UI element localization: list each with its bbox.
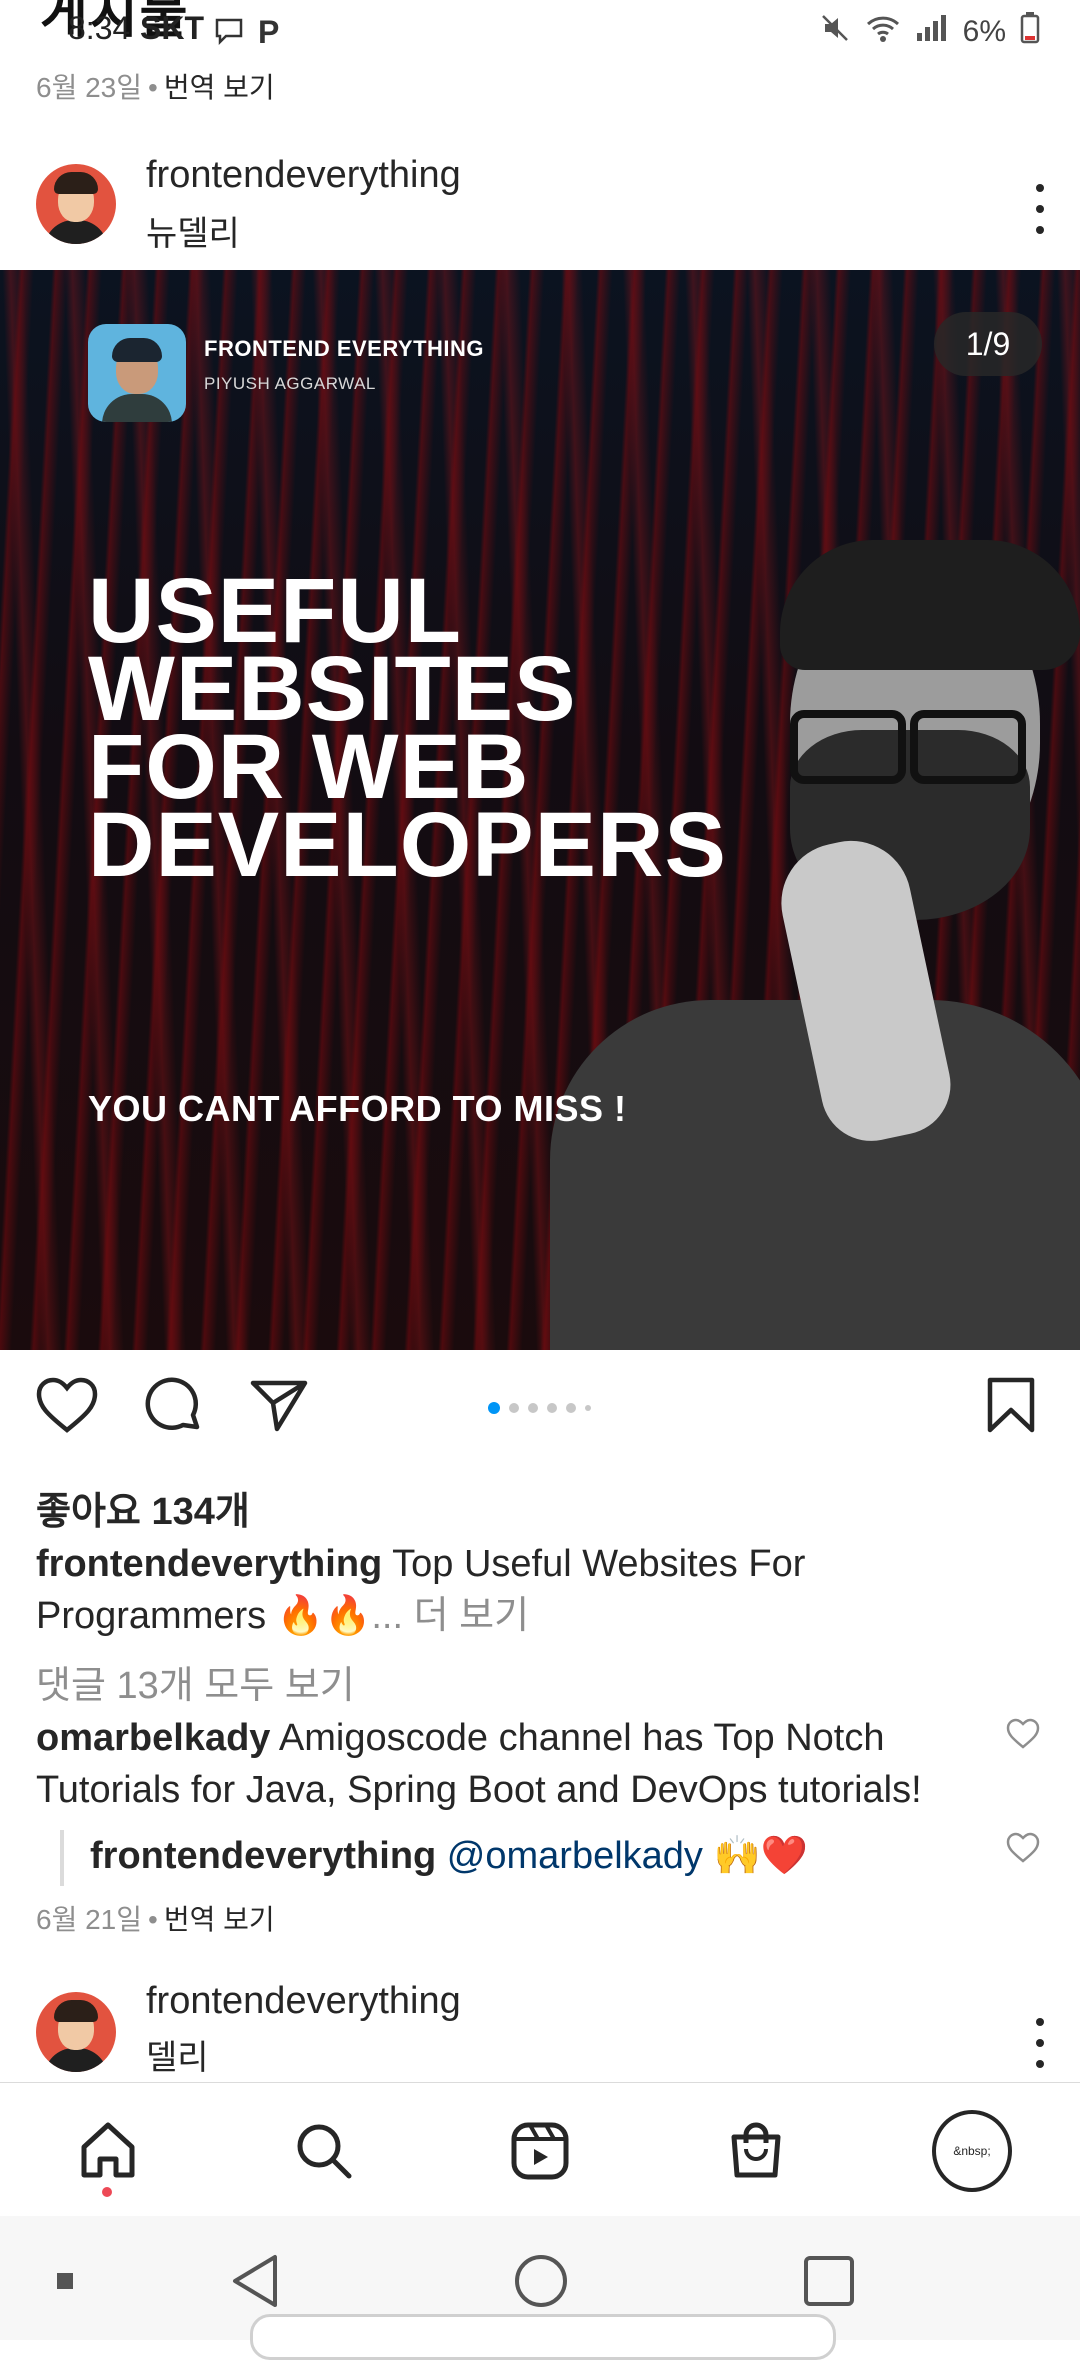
next-post-location[interactable]: 델리 (146, 2030, 209, 2079)
carousel-counter: 1/9 (934, 312, 1042, 376)
previous-post-date: 6월 23일 • 번역 보기 (36, 72, 275, 103)
brand-name: FRONTEND EVERYTHING (204, 336, 485, 361)
translate-link[interactable]: 번역 보기 (164, 72, 275, 103)
next-post-header: frontendeverything 델리 (0, 1970, 1080, 2100)
caption-username[interactable]: frontendeverything (36, 1543, 382, 1585)
profile-avatar: &nbsp; (932, 2110, 1012, 2192)
gesture-handle[interactable] (250, 2314, 836, 2360)
profile-tab[interactable]: &nbsp; (932, 2110, 1012, 2192)
home-notification-dot (102, 2187, 112, 2197)
back-icon[interactable] (220, 2246, 290, 2316)
post-caption: frontendeverything Top Useful Websites F… (36, 1538, 1036, 1642)
post-location[interactable]: 뉴델리 (146, 206, 240, 255)
carousel-dot (566, 1403, 576, 1413)
post-image[interactable]: FRONTEND EVERYTHING PIYUSH AGGARWAL 1/9 … (0, 270, 1080, 1350)
view-all-comments-link[interactable]: 댓글 13개 모두 보기 (36, 1654, 355, 1709)
recents-square-icon[interactable] (794, 2246, 864, 2316)
bookmark-icon[interactable] (976, 1370, 1046, 1440)
play-badge-icon: P (258, 14, 280, 50)
battery-icon (1020, 12, 1040, 52)
status-right: 6% (819, 12, 1040, 52)
status-bar: 게시물 8:34 SKT P 6% (0, 0, 1080, 70)
system-nav-bar (0, 2216, 1080, 2360)
post-username[interactable]: frontendeverything (146, 154, 461, 197)
reply-emoji: 🙌❤️ (702, 1835, 809, 1877)
more-options-icon[interactable] (1030, 2018, 1050, 2068)
carousel-dot (585, 1405, 591, 1411)
comment-like-heart-icon[interactable] (1006, 1718, 1040, 1752)
signal-icon (915, 13, 949, 51)
brand-logo (88, 324, 186, 422)
post-subline: YOU CANT AFFORD TO MISS ! (88, 1088, 627, 1129)
share-send-icon[interactable] (244, 1370, 314, 1440)
reply-username[interactable]: frontendeverything (90, 1835, 436, 1877)
likes-count[interactable]: 좋아요 134개 (36, 1480, 250, 1535)
nav-small-square-icon[interactable] (30, 2246, 100, 2316)
headline-line: DEVELOPERS (88, 794, 727, 896)
carousel-dot (509, 1403, 519, 1413)
comment-icon[interactable] (138, 1370, 208, 1440)
battery-text: 6% (962, 15, 1006, 48)
carousel-dot (528, 1403, 538, 1413)
carousel-dot (547, 1403, 557, 1413)
home-icon[interactable] (68, 2111, 148, 2191)
comment: omarbelkady Amigoscode channel has Top N… (36, 1712, 996, 1816)
carousel-dots (488, 1402, 591, 1414)
comment-username[interactable]: omarbelkady (36, 1717, 270, 1759)
avatar[interactable] (36, 1992, 116, 2072)
next-post-username[interactable]: frontendeverything (146, 1980, 461, 2023)
post-date-text: 6월 21일 (36, 1904, 143, 1935)
message-icon (214, 16, 244, 51)
reels-icon[interactable] (500, 2111, 580, 2191)
status-time: 8:34 (68, 10, 131, 46)
translate-link[interactable]: 번역 보기 (164, 1904, 275, 1935)
reply-comment: frontendeverything @omarbelkady 🙌❤️ (90, 1834, 808, 1878)
post-headline: USEFUL WEBSITES FOR WEB DEVELOPERS (88, 565, 788, 896)
caption-more-link[interactable]: ... 더 보기 (371, 1595, 529, 1637)
avatar[interactable] (36, 164, 116, 244)
post-actions (0, 1370, 1080, 1450)
reply-mention[interactable]: @omarbelkady (436, 1835, 703, 1877)
bottom-nav: &nbsp; (0, 2082, 1080, 2217)
shop-icon[interactable] (716, 2111, 796, 2191)
status-carrier: SKT (140, 10, 204, 46)
wifi-icon (865, 13, 901, 51)
post-date-text: 6월 23일 (36, 72, 143, 103)
reply-indent-bar (60, 1830, 64, 1886)
post-header: frontendeverything 뉴델리 (0, 140, 1080, 270)
mute-icon (819, 12, 851, 52)
carousel-dot-active (488, 1402, 500, 1414)
like-heart-icon[interactable] (32, 1370, 102, 1440)
search-icon[interactable] (284, 2111, 364, 2191)
reply-like-heart-icon[interactable] (1006, 1832, 1040, 1866)
post-date: 6월 21일 • 번역 보기 (36, 1904, 275, 1935)
home-circle-icon[interactable] (506, 2246, 576, 2316)
caption-emoji: 🔥🔥 (276, 1595, 372, 1637)
brand-subtitle: PIYUSH AGGARWAL (204, 374, 376, 393)
more-options-icon[interactable] (1030, 184, 1050, 234)
